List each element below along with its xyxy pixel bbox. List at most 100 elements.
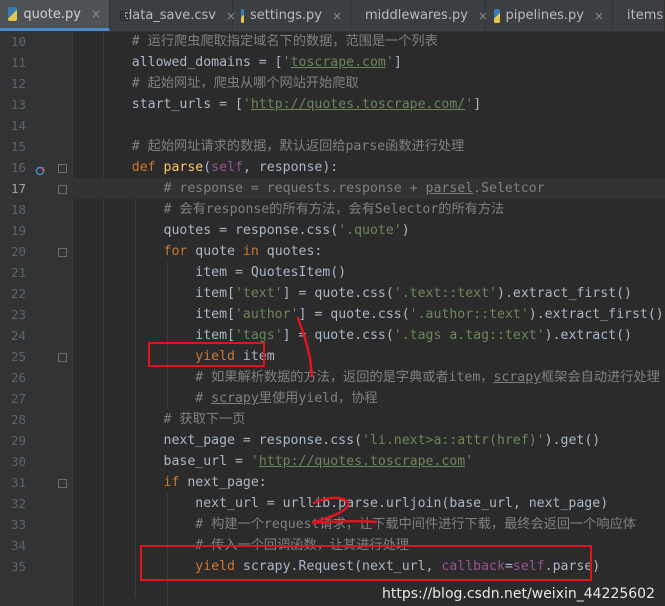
line-number: 12 [10, 76, 26, 91]
line-number: 19 [10, 223, 26, 238]
code-token: quotes: [266, 244, 323, 259]
code-token: ' [385, 55, 394, 70]
code-text: # scrapy里使用yield，协程 [100, 388, 378, 409]
line-number: 32 [10, 496, 26, 511]
code-line[interactable]: # 运行爬虫爬取指定域名下的数据，范围是一个列表 [72, 31, 665, 52]
line-number-gutter: 10 11 12 13 14 15 16 17 18 19 20 21 22 23 24 25 26 27 28 29… [0, 31, 73, 606]
code-token: in [242, 244, 267, 259]
tab-quote-py[interactable]: quote.py × [0, 0, 110, 31]
code-line[interactable]: # 如果解析数据的方法，返回的是字典或者item，scrapy框架会自动进行处理 [72, 367, 665, 388]
fold-toggle-icon[interactable] [58, 479, 67, 488]
code-token: item[ [100, 328, 235, 343]
code-token: if [100, 475, 188, 490]
code-token: 'author' [234, 307, 299, 322]
line-number: 30 [10, 454, 26, 469]
code-line[interactable]: # 起始网址请求的数据，默认返回给parse函数进行处理 [72, 136, 665, 157]
line-number: 18 [10, 202, 26, 217]
code-text: item = QuotesItem() [100, 262, 346, 283]
code-line[interactable]: start_urls = ['http://quotes.toscrape.co… [72, 94, 665, 115]
code-token: ).extract() [544, 328, 632, 343]
code-text: item['author'] = quote.css('.author::tex… [100, 304, 663, 325]
code-token: def [100, 160, 164, 175]
line-number: 28 [10, 412, 26, 427]
code-line[interactable]: base_url = 'http://quotes.toscrape.com' [72, 451, 665, 472]
code-token: quote [195, 244, 243, 259]
line-number: 23 [10, 307, 26, 322]
close-tab-icon[interactable]: × [594, 9, 604, 23]
code-token: 'tags' [234, 328, 283, 343]
tab-label: middlewares.py [365, 8, 468, 23]
code-text: # response = requests.response + parsel.… [100, 178, 545, 199]
line-number: 35 [10, 559, 26, 574]
python-file-icon [8, 7, 18, 21]
code-token: http://quotes.toscrape.com/ [250, 97, 466, 112]
code-token: next_page = response.css( [100, 433, 363, 448]
code-token: item[ [100, 307, 235, 322]
code-token: scrapy [211, 391, 259, 406]
tab-settings-py[interactable]: settings.py × [233, 0, 351, 31]
code-token: base_url = [100, 454, 251, 469]
line-number: 34 [10, 538, 26, 553]
line-number: 27 [10, 391, 26, 406]
line-number: 16 [10, 160, 26, 175]
code-line[interactable]: # response = requests.response + parsel.… [72, 178, 665, 199]
code-token: 'text' [234, 286, 283, 301]
code-token: ).get() [544, 433, 601, 448]
code-text: # 获取下一页 [100, 409, 246, 430]
tab-middlewares-py[interactable]: middlewares.py × [351, 0, 488, 31]
code-line[interactable]: if next_page: [72, 472, 665, 493]
close-tab-icon[interactable]: × [91, 7, 101, 21]
line-number: 10 [10, 34, 26, 49]
line-number: 26 [10, 370, 26, 385]
python-file-icon [241, 8, 245, 23]
tab-label: settings.py [250, 8, 322, 23]
code-line[interactable]: item['author'] = quote.css('.author::tex… [72, 304, 665, 325]
tab-items[interactable]: items [613, 0, 665, 31]
code-line[interactable] [72, 115, 665, 136]
yield-request-highlight-box [140, 545, 592, 581]
code-token: # 获取下一页 [100, 412, 246, 427]
tab-data-save-csv[interactable]: data_save.csv × [110, 0, 236, 31]
code-line[interactable]: item['text'] = quote.css('.text::text').… [72, 283, 665, 304]
python-file-icon [494, 8, 500, 23]
override-method-icon[interactable] [35, 162, 46, 176]
fold-toggle-icon[interactable] [58, 185, 67, 194]
code-token: ' [465, 97, 474, 112]
code-token: http://quotes.toscrape.com [258, 454, 466, 469]
tab-pipelines-py[interactable]: pipelines.py × [486, 0, 613, 31]
line-number: 17 [10, 181, 26, 196]
close-tab-icon[interactable]: × [332, 9, 342, 23]
line-number: 14 [10, 118, 26, 133]
code-text: # 起始网址，爬虫从哪个网站开始爬取 [100, 73, 359, 94]
code-token: ) [401, 223, 410, 238]
code-token: '.text::text' [393, 286, 497, 301]
code-token: item = QuotesItem() [100, 265, 347, 280]
line-number: 13 [10, 97, 26, 112]
code-token: # [100, 391, 212, 406]
yield-item-highlight-box [148, 342, 265, 367]
code-line[interactable]: item = QuotesItem() [72, 262, 665, 283]
code-token: 里使用yield，协程 [258, 391, 378, 406]
code-line[interactable]: # scrapy里使用yield，协程 [72, 388, 665, 409]
code-text: # 起始网址请求的数据，默认返回给parse函数进行处理 [100, 136, 465, 157]
fold-toggle-icon[interactable] [58, 248, 67, 257]
code-token: parsel [425, 181, 474, 196]
code-text: # 会有response的所有方法，会有Selector的所有方法 [100, 199, 505, 220]
fold-toggle-icon[interactable] [58, 164, 67, 173]
code-token: , response): [242, 160, 339, 175]
code-line[interactable]: for quote in quotes: [72, 241, 665, 262]
tab-label: quote.py [23, 6, 81, 22]
code-line[interactable]: allowed_domains = ['toscrape.com'] [72, 52, 665, 73]
code-line[interactable]: # 获取下一页 [72, 409, 665, 430]
code-line[interactable]: next_page = response.css('li.next>a::att… [72, 430, 665, 451]
tab-label: pipelines.py [505, 8, 584, 23]
code-line[interactable]: def parse(self, response): [72, 157, 665, 178]
code-line[interactable]: quotes = response.css('.quote') [72, 220, 665, 241]
editor-tab-bar: quote.py × data_save.csv × settings.py × middl… [0, 0, 665, 32]
code-token: self [211, 160, 243, 175]
code-text: allowed_domains = ['toscrape.com'] [100, 52, 402, 73]
line-number: 22 [10, 286, 26, 301]
fold-toggle-icon[interactable] [58, 353, 67, 362]
code-line[interactable]: # 起始网址，爬虫从哪个网站开始爬取 [72, 73, 665, 94]
code-line[interactable]: # 会有response的所有方法，会有Selector的所有方法 [72, 199, 665, 220]
